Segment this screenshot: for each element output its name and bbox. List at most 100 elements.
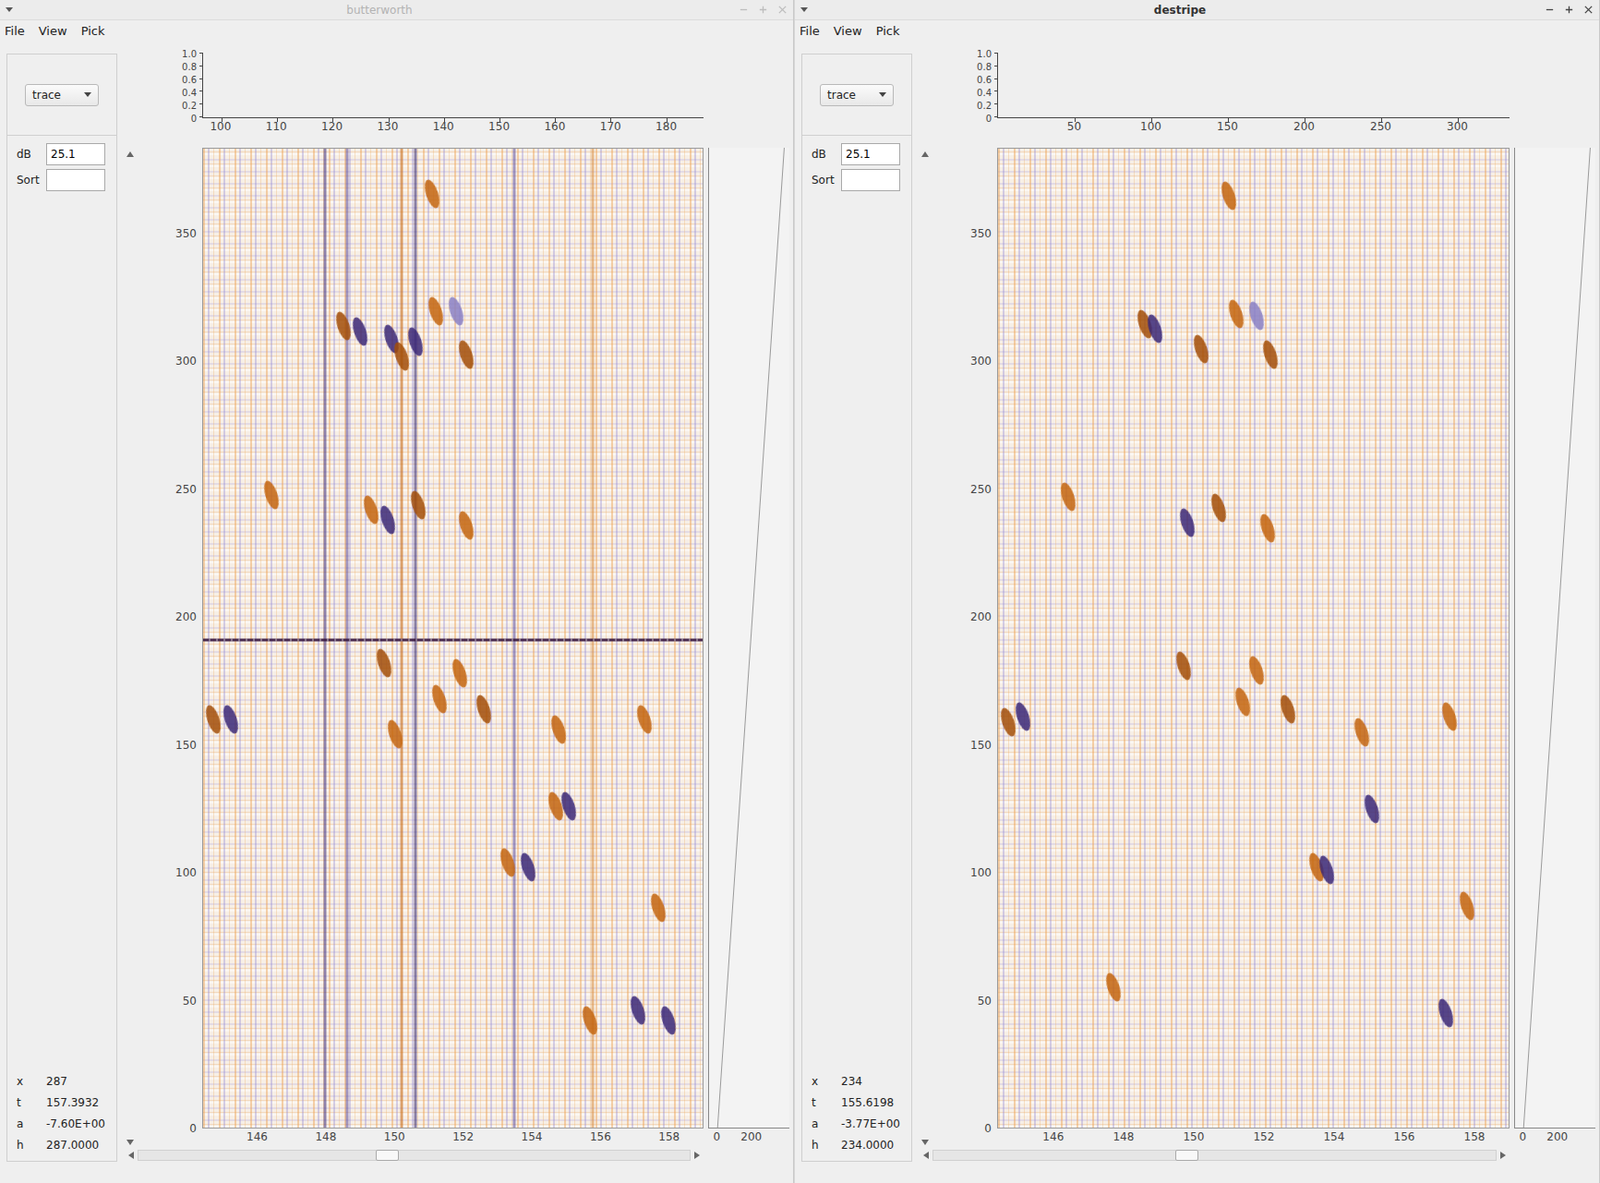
axis-label: 0.8	[181, 61, 197, 73]
menu-bar: File View Pick	[794, 20, 1600, 43]
scroll-down-icon[interactable]	[921, 1139, 929, 1145]
reflection-event	[1173, 649, 1194, 682]
axis-label: 200	[1546, 1130, 1568, 1143]
reflection-event	[1225, 297, 1246, 329]
reflection-event	[408, 489, 429, 521]
seismic-section[interactable]	[202, 147, 704, 1129]
reflection-event	[445, 295, 467, 327]
reflection-event	[429, 683, 450, 715]
scroll-right-icon[interactable]	[1500, 1151, 1506, 1159]
side-strip	[1514, 147, 1596, 1129]
axis-label: 150	[1216, 120, 1239, 133]
menu-item[interactable]: File	[4, 21, 25, 42]
trace-dropdown[interactable]: trace	[819, 84, 894, 107]
reflection-event	[373, 647, 395, 679]
reflection-event	[1361, 792, 1383, 824]
scroll-left-icon[interactable]	[923, 1151, 929, 1159]
scroll-left-icon[interactable]	[128, 1151, 134, 1159]
reflection-event	[1246, 300, 1267, 332]
window-title: destripe	[815, 0, 1545, 20]
reflection-event	[473, 693, 494, 725]
axis-label: 100	[1140, 120, 1162, 133]
axis-label: 0.6	[976, 74, 992, 85]
scroll-up-icon[interactable]	[921, 151, 929, 157]
axis-label: 160	[543, 120, 566, 133]
field-label: dB	[811, 145, 834, 163]
app-window[interactable]: butterworthFileViewPicktracedBSortx287t1…	[0, 0, 794, 1183]
scroll-right-icon[interactable]	[694, 1151, 700, 1159]
readout-label: h	[16, 1136, 39, 1154]
maximize-icon[interactable]	[1563, 4, 1575, 15]
trace-dropdown[interactable]: trace	[24, 84, 99, 107]
scroll-thumb[interactable]	[1175, 1149, 1199, 1161]
field-input[interactable]	[841, 143, 901, 166]
menu-item[interactable]: File	[799, 21, 820, 42]
readout-row: h287.0000	[16, 1133, 109, 1155]
axis-label: 50	[1067, 120, 1082, 133]
axis-label: 148	[1112, 1130, 1134, 1143]
close-icon[interactable]	[777, 4, 788, 15]
reflection-event	[1257, 511, 1278, 543]
reflection-event	[1455, 889, 1477, 921]
window-menu-icon[interactable]	[5, 7, 13, 13]
top-chart-x-axis: 50100150200250300	[997, 118, 1510, 137]
title-bar: butterworth	[0, 0, 794, 21]
readout-value: 155.6198	[841, 1094, 894, 1111]
selector-box: trace	[6, 53, 118, 136]
close-icon[interactable]	[1583, 4, 1594, 15]
horizontal-scrollbar[interactable]	[124, 1148, 704, 1162]
reflection-event	[1103, 971, 1124, 1003]
scroll-track[interactable]	[137, 1149, 691, 1161]
readout-label: x	[811, 1072, 834, 1090]
reflection-event	[1144, 312, 1166, 345]
axis-label: 0	[191, 113, 197, 124]
window-menu-icon[interactable]	[800, 7, 808, 13]
axis-label: 0.4	[181, 87, 197, 98]
scroll-track[interactable]	[932, 1149, 1497, 1161]
readout-label: a	[811, 1115, 834, 1132]
axis-label: 170	[600, 120, 622, 133]
tick-mark	[994, 90, 999, 92]
scroll-up-icon[interactable]	[126, 151, 134, 157]
reflection-event	[517, 851, 539, 883]
minimize-icon[interactable]	[1544, 4, 1555, 15]
reflection-event	[425, 295, 446, 327]
tick-mark	[199, 103, 204, 105]
reflection-event	[579, 1004, 601, 1036]
readout-value: -7.60E+00	[46, 1115, 106, 1132]
maximize-icon[interactable]	[757, 4, 769, 15]
menu-item[interactable]: View	[833, 21, 863, 42]
menu-item[interactable]: Pick	[81, 21, 106, 42]
axis-label: 130	[376, 120, 398, 133]
menu-item[interactable]: View	[38, 21, 68, 42]
minimize-icon[interactable]	[738, 4, 749, 15]
axis-label: 300	[970, 355, 992, 368]
axis-label: 154	[521, 1130, 543, 1143]
dropdown-value: trace	[827, 86, 856, 104]
settings-box: dBSortx234t155.6198a-3.77E+00h234.0000	[801, 135, 913, 1162]
axis-label: 150	[384, 1130, 406, 1143]
strip-x-axis: 0200	[708, 1128, 790, 1149]
field-input[interactable]	[46, 143, 106, 166]
vertical-scrollbar[interactable]	[124, 147, 136, 1149]
readout-row: t157.3932	[16, 1091, 109, 1113]
axis-label: 180	[655, 120, 677, 133]
app-window[interactable]: destripeFileViewPicktracedBSortx234t155.…	[793, 0, 1600, 1183]
dropdown-arrow-icon[interactable]	[878, 92, 887, 97]
horizontal-scrollbar[interactable]	[919, 1148, 1510, 1162]
readout-value: 287	[46, 1072, 68, 1090]
menu-item[interactable]: Pick	[876, 21, 901, 42]
axis-label: 0.6	[181, 74, 197, 85]
dropdown-arrow-icon[interactable]	[84, 92, 92, 97]
readout-label: a	[16, 1115, 39, 1132]
field-input[interactable]	[841, 168, 901, 192]
reflection-event	[220, 703, 241, 735]
vertical-scrollbar[interactable]	[919, 147, 931, 1149]
reflection-event	[1277, 693, 1299, 725]
field-input[interactable]	[46, 168, 106, 192]
scroll-down-icon[interactable]	[126, 1139, 134, 1145]
seismic-section[interactable]	[997, 147, 1510, 1129]
scroll-thumb[interactable]	[375, 1149, 399, 1161]
control-panel: tracedBSortx287t157.3932a-7.60E+00h287.0…	[6, 53, 118, 1162]
axis-label: 250	[970, 482, 992, 495]
